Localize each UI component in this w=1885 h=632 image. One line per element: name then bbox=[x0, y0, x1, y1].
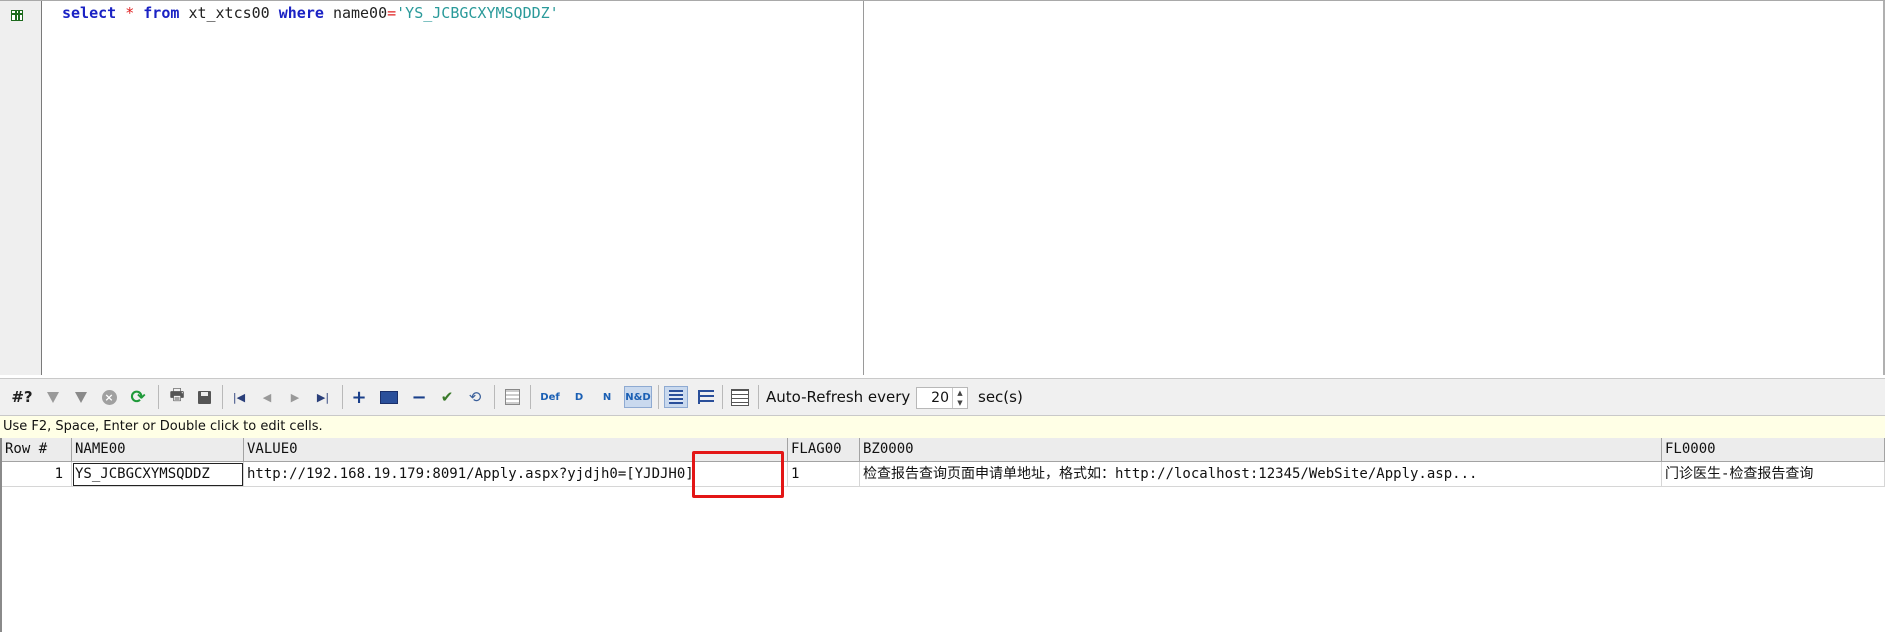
post-edit-icon[interactable]: ✔ bbox=[436, 386, 458, 408]
sql-column-name: name00 bbox=[332, 4, 388, 22]
show-nd-button[interactable]: N&D bbox=[624, 386, 652, 408]
sql-table-name: xt_xtcs00 bbox=[188, 4, 270, 22]
cell-flag00[interactable]: 1 bbox=[788, 462, 860, 487]
duplicate-record-icon[interactable] bbox=[378, 386, 400, 408]
toolbar-separator bbox=[722, 385, 723, 409]
refresh-interval-stepper[interactable]: 20 ▲ ▼ bbox=[916, 387, 968, 409]
fit-columns-icon[interactable] bbox=[728, 386, 752, 408]
edit-hint-bar: Use F2, Space, Enter or Double click to … bbox=[0, 416, 1885, 438]
toolbar-separator bbox=[530, 385, 531, 409]
refresh-unit-label: sec(s) bbox=[978, 388, 1023, 406]
prior-record-icon[interactable]: ◀ bbox=[258, 386, 276, 408]
results-toolbar: #? × ⟳ 🖶 |◀ ◀ ▶ ▶| + − ✔ ⟲ Def D N N&D A… bbox=[0, 378, 1885, 416]
row-number-cell[interactable]: 1 bbox=[2, 462, 72, 487]
n-label: N bbox=[602, 391, 612, 403]
nd-label: N&D bbox=[625, 391, 651, 403]
annotation-highlight-box bbox=[692, 451, 784, 498]
cancel-edit-icon[interactable]: ⟲ bbox=[464, 386, 486, 408]
sql-equals: = bbox=[387, 4, 397, 22]
results-grid[interactable]: Row # NAME00 VALUE0 FLAG00 BZ0000 FL0000… bbox=[0, 438, 1885, 632]
toolbar-separator bbox=[222, 385, 223, 409]
query-count-button[interactable]: #? bbox=[10, 386, 34, 408]
sql-string-literal: 'YS_JCBGCXYMSQDDZ' bbox=[396, 4, 559, 22]
editor-gutter bbox=[0, 1, 42, 375]
grid-table-icon bbox=[11, 10, 23, 21]
def-label: Def bbox=[540, 391, 560, 403]
delete-record-icon[interactable]: − bbox=[410, 386, 428, 408]
record-view-icon[interactable] bbox=[502, 386, 522, 408]
last-record-icon[interactable]: ▶| bbox=[314, 386, 332, 408]
toolbar-separator bbox=[758, 385, 759, 409]
tree-view-icon[interactable] bbox=[694, 386, 716, 408]
right-margin-line bbox=[863, 1, 864, 375]
sql-keyword-from: from bbox=[143, 4, 180, 22]
first-record-icon[interactable]: |◀ bbox=[230, 386, 248, 408]
toolbar-separator bbox=[494, 385, 495, 409]
sql-editor[interactable]: select * from xt_xtcs00 where name00='YS… bbox=[0, 0, 1885, 375]
cancel-icon[interactable]: × bbox=[100, 386, 118, 408]
show-n-button[interactable]: N bbox=[596, 386, 618, 408]
insert-record-icon[interactable]: + bbox=[350, 386, 368, 408]
toolbar-separator bbox=[658, 385, 659, 409]
column-header-row-num[interactable]: Row # bbox=[2, 438, 72, 462]
sql-code-line[interactable]: select * from xt_xtcs00 where name00='YS… bbox=[62, 4, 559, 22]
refresh-icon[interactable]: ⟳ bbox=[128, 386, 148, 408]
refresh-interval-value[interactable]: 20 bbox=[931, 390, 949, 406]
cell-name00[interactable]: YS_JCBGCXYMSQDDZ bbox=[72, 462, 244, 487]
save-icon[interactable] bbox=[194, 386, 214, 408]
column-header-name00[interactable]: NAME00 bbox=[72, 438, 244, 462]
column-header-flag00[interactable]: FLAG00 bbox=[788, 438, 860, 462]
query-count-label: #? bbox=[11, 388, 33, 406]
sql-star: * bbox=[125, 4, 135, 22]
column-header-fl0000[interactable]: FL0000 bbox=[1662, 438, 1885, 462]
show-default-button[interactable]: Def bbox=[538, 386, 562, 408]
cell-bz0000[interactable]: 检查报告查询页面申请单地址，格式如：http://localhost:12345… bbox=[860, 462, 1662, 487]
d-label: D bbox=[574, 391, 584, 403]
auto-refresh-label: Auto-Refresh every bbox=[766, 388, 911, 406]
toolbar-separator bbox=[158, 385, 159, 409]
filter-icon[interactable] bbox=[44, 386, 62, 408]
column-header-bz0000[interactable]: BZ0000 bbox=[860, 438, 1662, 462]
grid-view-button[interactable] bbox=[664, 386, 688, 408]
sql-keyword-select: select bbox=[62, 4, 117, 22]
next-record-icon[interactable]: ▶ bbox=[286, 386, 304, 408]
print-icon[interactable]: 🖶 bbox=[166, 385, 188, 408]
spin-arrows-icon[interactable]: ▲ ▼ bbox=[952, 388, 967, 408]
show-d-button[interactable]: D bbox=[568, 386, 590, 408]
toolbar-separator bbox=[342, 385, 343, 409]
filter-clear-icon[interactable] bbox=[72, 386, 90, 408]
sql-keyword-where: where bbox=[278, 4, 324, 22]
cell-fl0000[interactable]: 门诊医生-检查报告查询 bbox=[1662, 462, 1885, 487]
